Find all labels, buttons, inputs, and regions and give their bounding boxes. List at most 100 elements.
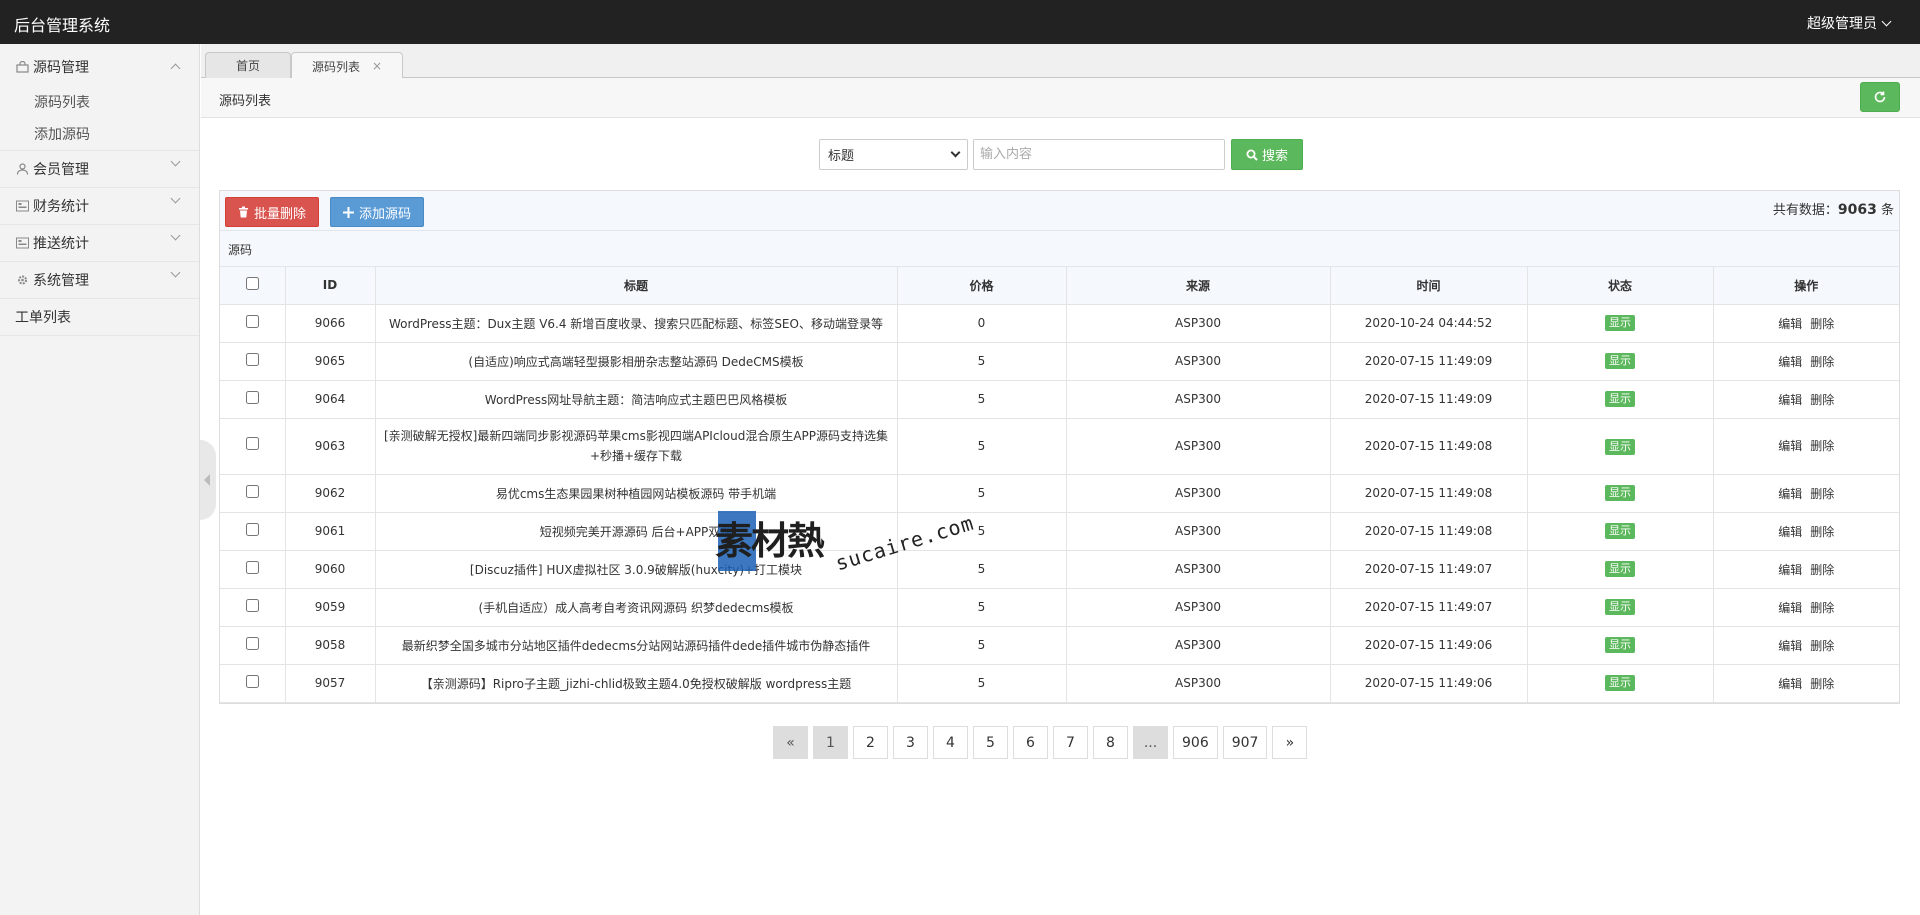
pagination: «1 2 3 4 5 6 7 8... 906 907» — [773, 726, 1308, 759]
pagination-next[interactable]: » — [1272, 726, 1308, 759]
status-badge[interactable]: 显示 — [1605, 315, 1635, 331]
total-unit: 条 — [1880, 203, 1894, 218]
user-menu[interactable]: 超级管理员 — [1807, 13, 1892, 33]
status-badge[interactable]: 显示 — [1605, 599, 1635, 615]
pagination-page[interactable]: 3 — [893, 726, 928, 759]
edit-link[interactable]: 编辑 — [1778, 525, 1802, 539]
row-checkbox[interactable] — [245, 599, 259, 612]
delete-link[interactable]: 删除 — [1810, 639, 1834, 653]
status-badge[interactable]: 显示 — [1605, 637, 1635, 653]
status-badge[interactable]: 显示 — [1605, 353, 1635, 369]
cell-title: WordPress网址导航主题：简洁响应式主题巴巴风格模板 — [375, 380, 898, 419]
status-badge[interactable]: 显示 — [1605, 561, 1635, 577]
status-badge[interactable]: 显示 — [1605, 391, 1635, 407]
sidebar-group-members[interactable]: 会员管理 — [0, 151, 199, 188]
tab-bar: 首页 源码列表 × — [201, 44, 1920, 79]
sidebar-group-finance[interactable]: 财务统计 — [0, 188, 199, 225]
edit-link[interactable]: 编辑 — [1778, 563, 1802, 577]
edit-link[interactable]: 编辑 — [1778, 677, 1802, 691]
edit-link[interactable]: 编辑 — [1778, 393, 1802, 407]
sidebar-group-label: 系统管理 — [33, 273, 89, 289]
table-row: 9065 (自适应)响应式高端轻型摄影相册杂志整站源码 DedeCMS模板 5 ASP… — [220, 342, 1899, 381]
pagination-page[interactable]: 906 — [1173, 726, 1218, 759]
pagination-page[interactable]: 4 — [933, 726, 968, 759]
row-checkbox[interactable] — [245, 485, 259, 498]
row-checkbox[interactable] — [245, 437, 259, 450]
row-checkbox[interactable] — [245, 523, 259, 536]
column-header-price: 价格 — [897, 267, 1067, 305]
delete-link[interactable]: 删除 — [1810, 393, 1834, 407]
cell-source: ASP300 — [1066, 304, 1331, 343]
table-row: 9058 最新织梦全国多城市分站地区插件dedecms分站网站源码插件dede插件… — [220, 626, 1899, 665]
edit-link[interactable]: 编辑 — [1778, 439, 1802, 453]
sidebar-collapse-handle[interactable] — [200, 440, 216, 520]
delete-link[interactable]: 删除 — [1810, 563, 1834, 577]
status-badge[interactable]: 显示 — [1605, 485, 1635, 501]
delete-link[interactable]: 删除 — [1810, 677, 1834, 691]
search-input[interactable] — [973, 139, 1225, 170]
delete-link[interactable]: 删除 — [1810, 355, 1834, 369]
cell-source: ASP300 — [1066, 664, 1331, 703]
sidebar-group-push[interactable]: 推送统计 — [0, 225, 199, 262]
row-checkbox[interactable] — [245, 561, 259, 574]
row-checkbox[interactable] — [245, 637, 259, 650]
tab-home[interactable]: 首页 — [205, 52, 291, 78]
sidebar-group-system[interactable]: 系统管理 — [0, 262, 199, 299]
sidebar-group-source[interactable]: 源码管理 — [0, 48, 199, 85]
cell-time: 2020-07-15 11:49:07 — [1330, 550, 1528, 589]
search-field-select[interactable]: 标题 — [819, 139, 968, 170]
edit-link[interactable]: 编辑 — [1778, 639, 1802, 653]
pagination-page[interactable]: 1 — [813, 726, 848, 759]
tab-source-list[interactable]: 源码列表 × — [291, 52, 403, 79]
edit-link[interactable]: 编辑 — [1778, 601, 1802, 615]
cell-status: 显示 — [1527, 418, 1714, 475]
sidebar-item-add-source[interactable]: 添加源码 — [0, 118, 199, 151]
cell-source: ASP300 — [1066, 512, 1331, 551]
row-checkbox[interactable] — [245, 675, 259, 688]
sidebar-group-label: 会员管理 — [33, 162, 89, 178]
sidebar-item-tickets[interactable]: 工单列表 — [0, 299, 199, 336]
status-badge[interactable]: 显示 — [1605, 523, 1635, 539]
close-icon[interactable]: × — [372, 59, 382, 73]
watermark-logo: 素材熱 sucaire.com — [715, 505, 977, 576]
status-badge[interactable]: 显示 — [1605, 439, 1635, 455]
column-header-source: 来源 — [1066, 267, 1331, 305]
delete-link[interactable]: 删除 — [1810, 601, 1834, 615]
add-source-button[interactable]: 添加源码 — [330, 197, 425, 227]
delete-link[interactable]: 删除 — [1810, 317, 1834, 331]
edit-link[interactable]: 编辑 — [1778, 317, 1802, 331]
cell-price: 0 — [897, 304, 1067, 343]
delete-link[interactable]: 删除 — [1810, 487, 1834, 501]
cell-id: 9058 — [285, 626, 376, 665]
sidebar-item-source-list[interactable]: 源码列表 — [0, 85, 199, 118]
search-button[interactable]: 搜索 — [1231, 139, 1303, 170]
panel-heading: 源码 — [220, 231, 1899, 267]
row-checkbox[interactable] — [245, 391, 259, 404]
pagination-page[interactable]: 8 — [1093, 726, 1128, 759]
cell-price: 5 — [897, 664, 1067, 703]
sidebar: 源码管理 源码列表 添加源码 会员管理 财务统计 推送统计 系统管理 工单列表 — [0, 44, 200, 915]
chevron-down-icon — [170, 156, 181, 167]
cell-price: 5 — [897, 626, 1067, 665]
pagination-page[interactable]: 2 — [853, 726, 888, 759]
edit-link[interactable]: 编辑 — [1778, 487, 1802, 501]
cell-time: 2020-07-15 11:49:07 — [1330, 588, 1528, 627]
select-all-checkbox[interactable] — [245, 277, 259, 291]
pagination-page[interactable]: 907 — [1222, 726, 1268, 759]
pagination-prev[interactable]: « — [773, 726, 808, 759]
cell-id: 9061 — [285, 512, 376, 551]
delete-link[interactable]: 删除 — [1810, 525, 1834, 539]
cell-actions: 编辑 删除 — [1713, 342, 1899, 381]
refresh-button[interactable] — [1860, 82, 1900, 112]
chevron-down-icon — [1881, 16, 1892, 26]
edit-link[interactable]: 编辑 — [1778, 355, 1802, 369]
pagination-page[interactable]: 5 — [973, 726, 1008, 759]
delete-link[interactable]: 删除 — [1810, 439, 1834, 453]
row-checkbox[interactable] — [245, 315, 259, 328]
status-badge[interactable]: 显示 — [1605, 675, 1635, 691]
row-checkbox[interactable] — [245, 353, 259, 366]
pagination-page[interactable]: 7 — [1053, 726, 1088, 759]
search-bar: 标题 搜索 — [819, 139, 1303, 170]
batch-delete-button[interactable]: 批量删除 — [225, 197, 320, 227]
pagination-page[interactable]: 6 — [1013, 726, 1048, 759]
